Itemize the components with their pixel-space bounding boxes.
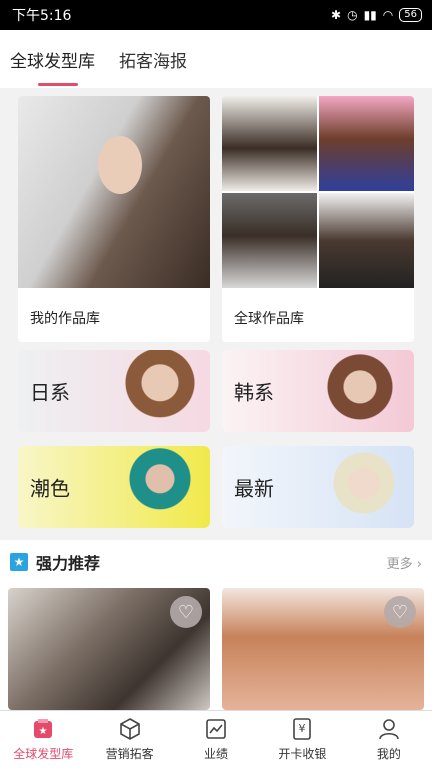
category-japanese-label: 日系 (30, 380, 70, 405)
wifi-icon: ◠ (382, 8, 394, 22)
heart-icon[interactable]: ♡ (384, 596, 416, 628)
battery-icon: 56 (399, 8, 422, 22)
my-works-photo (18, 96, 210, 288)
my-works-card[interactable]: 我的作品库 (18, 96, 210, 342)
nav-cashier-label: 开卡收银 (278, 747, 327, 761)
category-japanese[interactable]: 日系 (18, 350, 210, 432)
more-label: 更多 (386, 556, 413, 572)
global-works-photos (222, 96, 414, 288)
tab-posters[interactable]: 拓客海报 (119, 47, 187, 88)
recommend-photos: ♡ ♡ (0, 584, 432, 710)
category-newest-label: 最新 (234, 476, 274, 501)
more-link[interactable]: 更多 › (387, 553, 422, 572)
category-newest[interactable]: 最新 (222, 446, 414, 528)
my-works-label: 我的作品库 (30, 311, 100, 327)
user-icon (377, 717, 401, 741)
signal-icon: ▮▮ (363, 8, 377, 22)
heart-icon[interactable]: ♡ (170, 596, 202, 628)
category-korean-photo (324, 350, 404, 432)
recommend-photo-1[interactable]: ♡ (8, 588, 210, 710)
bottom-nav: ★ 全球发型库 营销拓客 业绩 ¥ 开卡收银 我的 (0, 710, 432, 768)
global-works-label: 全球作品库 (234, 311, 304, 327)
nav-mine[interactable]: 我的 (346, 711, 432, 768)
alarm-icon: ◷ (347, 8, 358, 22)
nav-global-library[interactable]: ★ 全球发型库 (0, 711, 86, 768)
category-korean-label: 韩系 (234, 380, 274, 405)
recommend-title: 强力推荐 (36, 554, 101, 573)
status-bar: 下午5:16 ✱ ◷ ▮▮ ◠ 56 (0, 0, 432, 30)
cashier-icon: ¥ (290, 717, 314, 741)
top-tabs: 全球发型库 拓客海报 (0, 30, 432, 88)
nav-marketing-label: 营销拓客 (105, 747, 154, 761)
category-japanese-photo (120, 350, 200, 432)
recommend-header: ★ 强力推荐 更多 › (0, 540, 432, 584)
category-korean[interactable]: 韩系 (222, 350, 414, 432)
bluetooth-icon: ✱ (331, 8, 342, 22)
hair-library-icon: ★ (31, 717, 55, 741)
category-trend-color-photo (120, 446, 200, 528)
svg-text:★: ★ (39, 726, 48, 737)
svg-text:¥: ¥ (299, 722, 306, 735)
nav-global-library-label: 全球发型库 (13, 747, 74, 761)
nav-performance[interactable]: 业绩 (173, 711, 259, 768)
nav-cashier[interactable]: ¥ 开卡收银 (259, 711, 345, 768)
chevron-right-icon: › (416, 556, 422, 572)
photo-1 (222, 96, 317, 191)
global-works-card[interactable]: 全球作品库 (222, 96, 414, 342)
category-trend-color[interactable]: 潮色 (18, 446, 210, 528)
box-icon (118, 717, 142, 741)
chart-icon (204, 717, 228, 741)
category-newest-photo (324, 446, 404, 528)
photo-3 (222, 193, 317, 288)
tab-global-library[interactable]: 全球发型库 (10, 47, 95, 88)
photo-2 (319, 96, 414, 191)
star-icon: ★ (10, 553, 28, 571)
recommend-photo-2[interactable]: ♡ (222, 588, 424, 710)
nav-marketing[interactable]: 营销拓客 (86, 711, 172, 768)
main-content: 我的作品库 全球作品库 日系 韩系 潮色 最新 ★ 强力推荐 更多 › ♡ ♡ (0, 88, 432, 710)
nav-performance-label: 业绩 (204, 747, 229, 761)
photo-4 (319, 193, 414, 288)
nav-mine-label: 我的 (376, 747, 401, 761)
status-time: 下午5:16 (12, 8, 72, 24)
status-icons: ✱ ◷ ▮▮ ◠ 56 (331, 8, 422, 22)
category-trend-color-label: 潮色 (30, 476, 70, 501)
